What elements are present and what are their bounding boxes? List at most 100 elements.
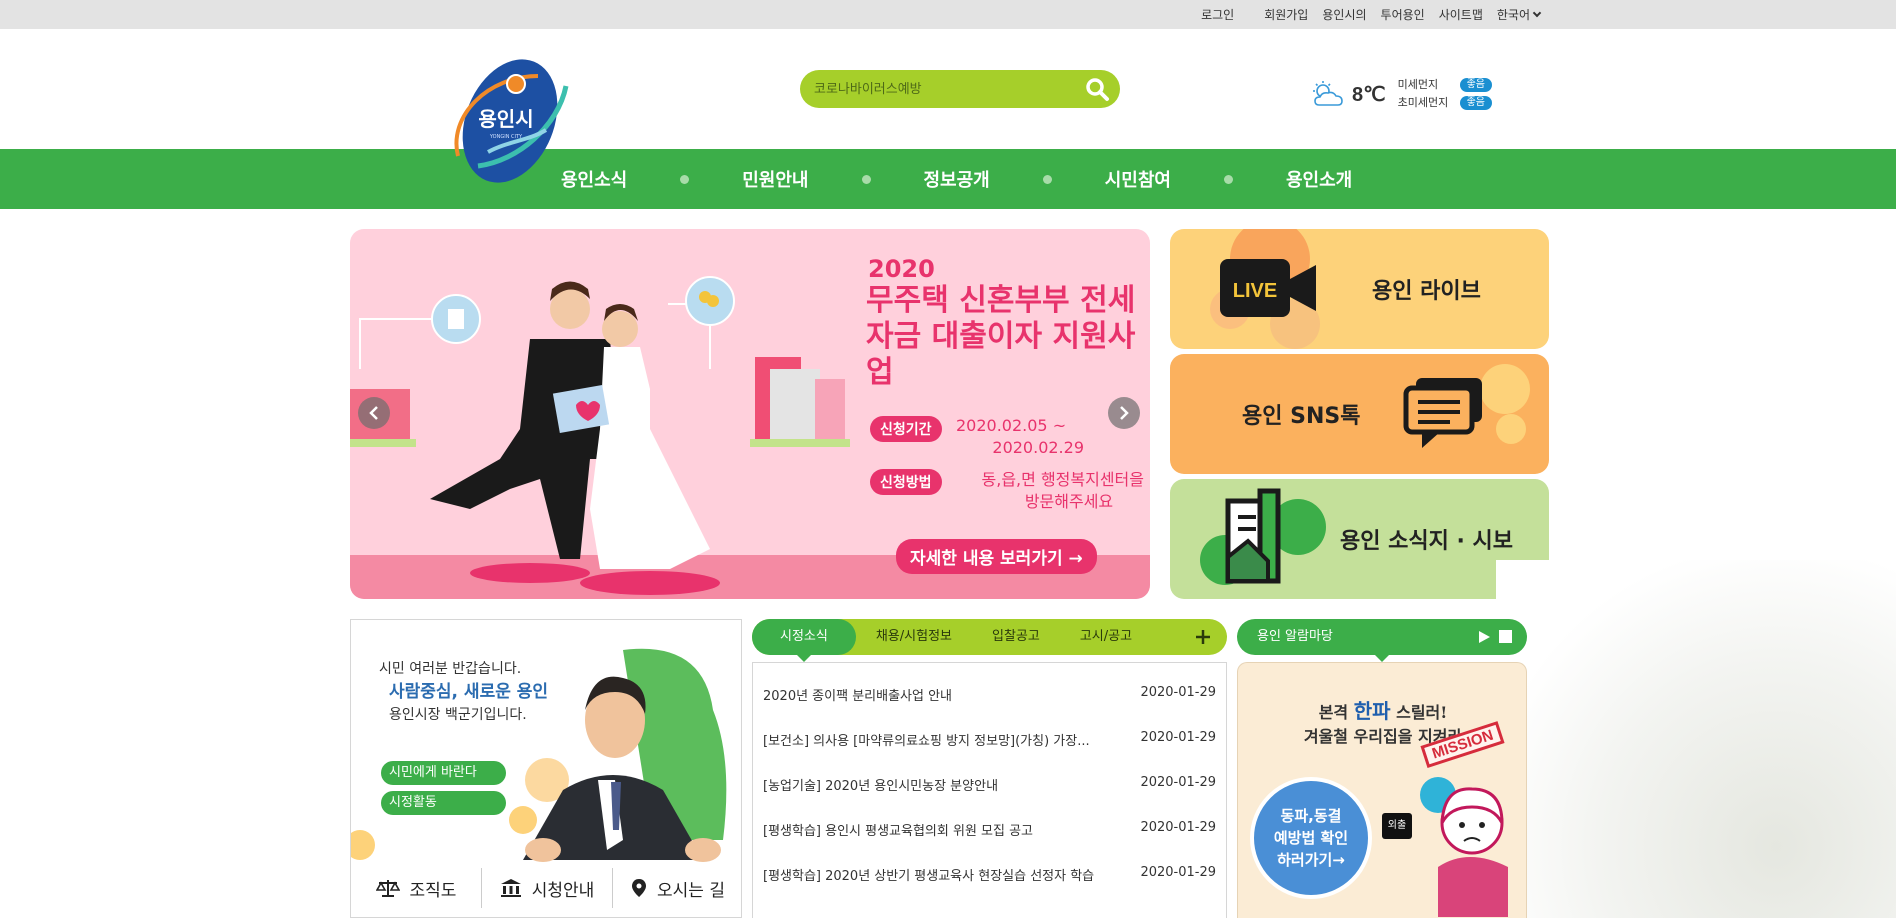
logo-text: 용인시 — [478, 107, 533, 131]
fine-dust-label: 미세먼지 — [1397, 78, 1439, 91]
org-chart-link[interactable]: 조직도 — [351, 868, 481, 908]
mayor-name-line: 용인시장 백군기입니다. — [389, 707, 527, 723]
building-icon — [500, 879, 521, 897]
partly-cloudy-icon — [1313, 81, 1343, 106]
freeze-prevention-button[interactable]: 동파,동결 예방법 확인 하러가기→ — [1250, 777, 1372, 899]
chevron-down-icon — [1532, 8, 1542, 18]
council-link[interactable]: 용인시의 — [1322, 6, 1366, 23]
org-chart-label: 조직도 — [409, 880, 457, 901]
worried-person-illustration-icon — [1420, 777, 1508, 917]
banner-next-button[interactable] — [1108, 397, 1140, 429]
news-title: [평생학습] 용인시 평생교육협의회 위원 모집 공고 — [763, 824, 1034, 839]
alarm-line1-post: 스릴러! — [1396, 703, 1448, 722]
document-book-icon — [1225, 488, 1281, 584]
logo-subtext: YONGIN CITY — [489, 134, 523, 140]
list-item[interactable]: 2020년 종이팩 분리배출사업 안내 2020-01-29 — [763, 685, 1216, 707]
nav-separator — [1224, 174, 1233, 184]
list-item[interactable]: [평생학습] 용인시 평생교육협의회 위원 모집 공고 2020-01-29 — [763, 820, 1216, 842]
stop-icon[interactable] — [1499, 630, 1512, 643]
weather-widget: 8℃ 미세먼지 좋음 초미세먼지 좋음 — [1310, 74, 1492, 114]
period-value: 2020.02.05 ~ 2020.02.29 — [956, 415, 1084, 459]
list-item[interactable]: [농업기술] 2020년 용인시민농장 분양안내 2020-01-29 — [763, 775, 1216, 797]
news-title: [농업기술] 2020년 용인시민농장 분양안내 — [763, 779, 999, 794]
directions-link[interactable]: 오시는 길 — [612, 868, 741, 908]
utility-links: 로그인 회원가입 용인시의 투어용인 사이트맵 한국어 — [1187, 0, 1542, 29]
background-scenery — [1496, 560, 1896, 918]
main-banner[interactable]: 2020 무주택 신혼부부 전세자금 대출이자 지원사업 신청기간 2020.0… — [350, 229, 1150, 599]
city-hall-link[interactable]: 시청안내 — [481, 868, 612, 908]
tile-yongin-sns[interactable]: 용인 SNS톡 — [1170, 354, 1549, 474]
sitemap-link[interactable]: 사이트맵 — [1439, 6, 1483, 23]
live-camera-icon: LIVE — [1220, 259, 1316, 317]
circle-line3: 하러가기→ — [1277, 851, 1345, 869]
tab-city-news[interactable]: 시정소식 — [752, 619, 856, 662]
period-line1: 2020.02.05 ~ — [956, 416, 1067, 435]
tile-yongin-live[interactable]: LIVE 용인 라이브 — [1170, 229, 1549, 349]
mayor-slogan: 사람중심, 새로운 용인 — [389, 682, 549, 702]
nav-item-about[interactable]: 용인소개 — [1265, 166, 1373, 192]
search-bar — [800, 70, 1120, 108]
dust-info: 미세먼지 좋음 초미세먼지 좋음 — [1398, 76, 1492, 112]
banner-prev-button[interactable] — [358, 397, 390, 429]
tab-recruitment[interactable]: 채용/시험정보 — [856, 619, 972, 655]
login-link[interactable]: 로그인 — [1201, 6, 1234, 23]
tile-decoration — [1480, 364, 1530, 414]
method-line1: 동,읍,면 행정복지센터을 — [981, 470, 1144, 489]
alarm-banner[interactable]: 본격 한파 스릴러! 겨울철 우리집을 지켜라 MISSION 외출 동파,동결… — [1237, 662, 1527, 918]
method-line2: 방문해주세요 — [1024, 492, 1114, 511]
list-item[interactable]: [평생학습] 2020년 상반기 평생교육사 현장실습 선정자 학습 2020-0… — [763, 865, 1216, 887]
more-plus-icon[interactable] — [1193, 627, 1213, 647]
tab-notices[interactable]: 고시/공고 — [1060, 619, 1152, 655]
logo-emblem-icon: 용인시 YONGIN CITY — [454, 59, 569, 183]
language-select[interactable]: 한국어 — [1496, 6, 1542, 23]
chevron-left-icon — [369, 406, 378, 420]
chevron-right-icon — [1120, 406, 1129, 420]
news-tabs: 시정소식 채용/시험정보 입찰공고 고시/공고 — [752, 619, 1227, 662]
couple-illustration-icon — [350, 276, 850, 595]
fine-dust-badge: 좋음 — [1459, 78, 1492, 92]
news-date: 2020-01-29 — [1140, 775, 1216, 790]
mayor-quote: 시민 여러분 반갑습니다. 사람중심, 새로운 용인 용인시장 백군기입니다. — [379, 658, 548, 727]
mayor-activity-button[interactable]: 시정활동 — [381, 791, 506, 815]
tile-yongin-newsletter[interactable]: 용인 소식지 · 시보 — [1170, 479, 1549, 599]
temperature: 8℃ — [1352, 83, 1386, 106]
tile-decoration — [1496, 414, 1526, 444]
language-label: 한국어 — [1496, 8, 1530, 22]
ultrafine-dust-label: 초미세먼지 — [1397, 96, 1449, 109]
scale-icon — [375, 880, 400, 897]
tour-link[interactable]: 투어용인 — [1381, 6, 1425, 23]
tab-bidding[interactable]: 입찰공고 — [972, 619, 1060, 655]
mayor-box: 시민 여러분 반갑습니다. 사람중심, 새로운 용인 용인시장 백군기입니다. … — [350, 619, 742, 918]
signup-link[interactable]: 회원가입 — [1264, 6, 1308, 23]
nav-separator — [680, 174, 690, 184]
news-list: 2020년 종이팩 분리배출사업 안내 2020-01-29 [보건소] 의사용 … — [752, 662, 1227, 918]
tile-newsletter-label: 용인 소식지 · 시보 — [1340, 529, 1514, 554]
mayor-footer-links: 조직도 시청안내 오시는 길 — [351, 859, 741, 917]
city-logo[interactable]: 용인시 YONGIN CITY — [448, 56, 572, 186]
wish-to-citizens-button[interactable]: 시민에게 바란다 — [381, 761, 506, 785]
main-menu: 용인소식 민원안내 정보공개 시민참여 용인소개 — [540, 149, 1373, 209]
nav-item-info[interactable]: 정보공개 — [903, 166, 1011, 192]
location-pin-icon — [632, 879, 647, 897]
play-icon[interactable] — [1477, 630, 1491, 644]
search-icon[interactable] — [1084, 76, 1110, 102]
news-date: 2020-01-29 — [1140, 685, 1216, 700]
banner-detail-button[interactable]: 자세한 내용 보러가기 → — [896, 539, 1097, 574]
nav-item-participation[interactable]: 시민참여 — [1084, 166, 1192, 192]
nav-item-civil[interactable]: 민원안내 — [721, 166, 829, 192]
list-item[interactable]: [보건소] 의사용 [마약류의료쇼핑 방지 정보망](가칭) 가장... 2020… — [763, 730, 1216, 752]
banner-headline: 무주택 신혼부부 전세자금 대출이자 지원사업 — [866, 283, 1136, 390]
news-date: 2020-01-29 — [1140, 730, 1216, 745]
circle-line2: 예방법 확인 — [1273, 829, 1349, 847]
mayor-decoration — [351, 830, 375, 860]
alarm-title: 용인 알람마당 — [1257, 629, 1333, 644]
news-date: 2020-01-29 — [1140, 865, 1216, 880]
outing-tag: 외출 — [1382, 813, 1412, 839]
alarm-line1: 본격 한파 스릴러! — [1238, 695, 1526, 724]
search-input[interactable] — [814, 70, 1074, 108]
main-nav: 용인소식 민원안내 정보공개 시민참여 용인소개 — [0, 149, 1896, 209]
directions-label: 오시는 길 — [657, 880, 725, 901]
method-label: 신청방법 — [870, 469, 942, 495]
alarm-line1-highlight: 한파 — [1353, 699, 1391, 723]
method-value: 동,읍,면 행정복지센터을 방문해주세요 — [954, 469, 1144, 513]
